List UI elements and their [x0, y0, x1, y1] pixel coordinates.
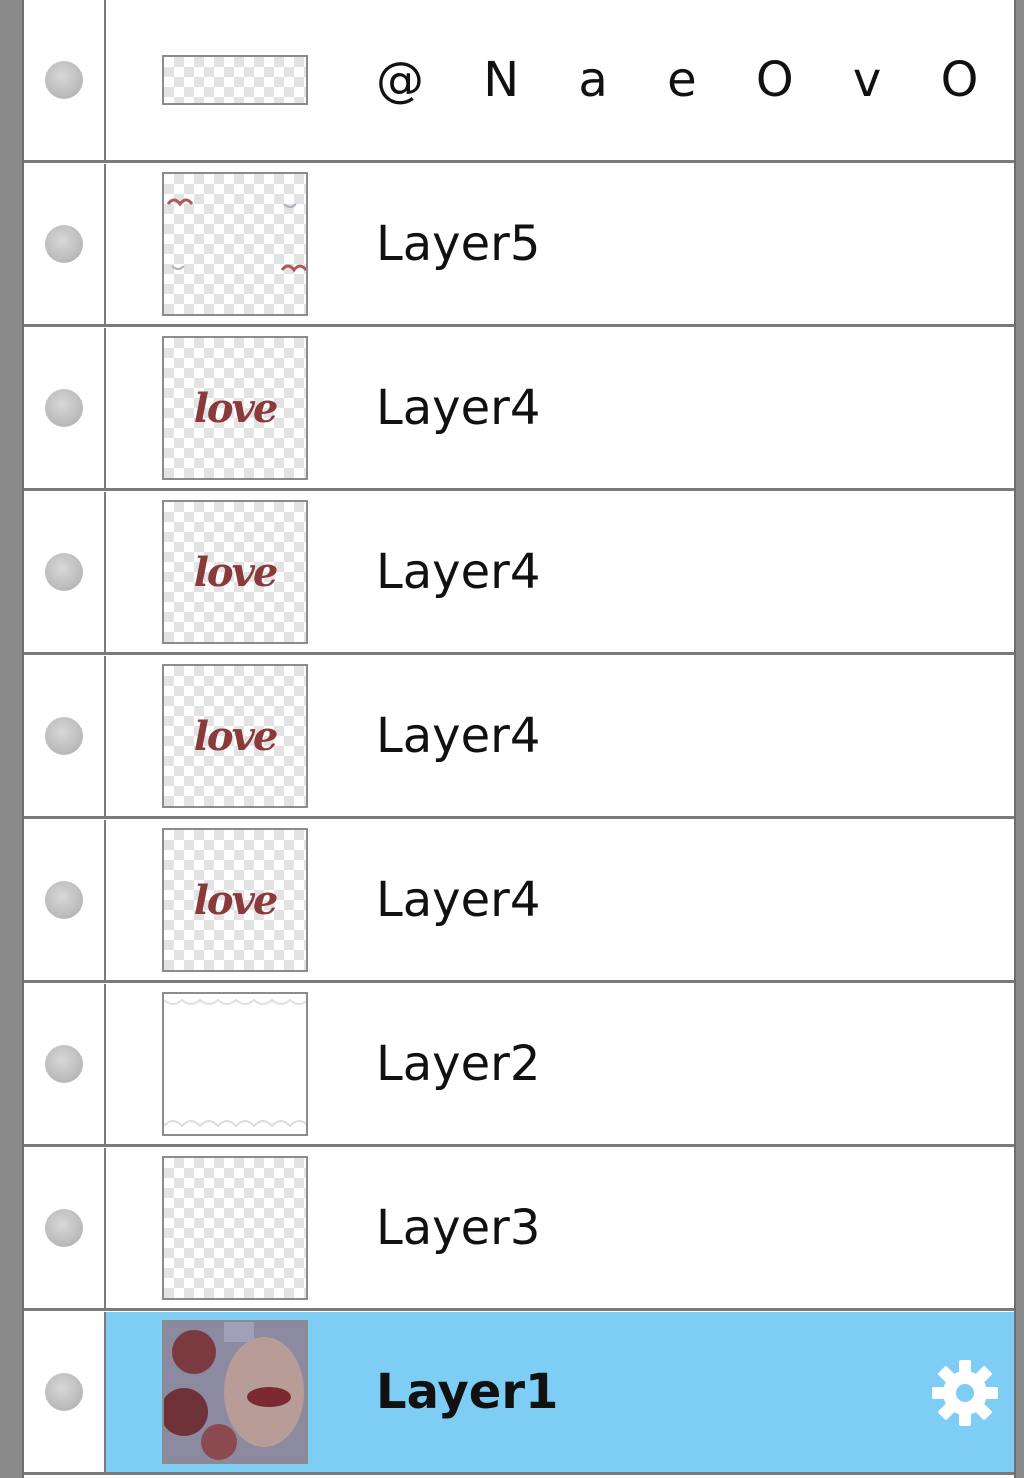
visibility-dot-icon[interactable] — [45, 717, 83, 755]
layer-row[interactable]: love Layer4 — [24, 492, 1014, 655]
layer-thumbnail: love — [162, 500, 308, 644]
corner-ornament-icon — [166, 198, 306, 273]
layer-name: Layer4 — [376, 872, 541, 928]
visibility-dot-icon[interactable] — [45, 1045, 83, 1083]
layer-thumbnail: love — [162, 664, 308, 808]
layer-name: Layer4 — [376, 380, 541, 436]
layer-name: Layer4 — [376, 708, 541, 764]
layer-thumbnail — [162, 55, 308, 105]
gear-icon[interactable] — [928, 1356, 1002, 1430]
layer-name: Layer1 — [376, 1364, 559, 1420]
frame-edge-icon — [164, 998, 306, 1128]
visibility-dot-icon[interactable] — [45, 61, 83, 99]
layers-panel: @ N a e O v O Layer5 love Layer4 love La… — [22, 0, 1016, 1478]
layer-thumbnail: love — [162, 828, 308, 972]
layer-thumbnail: love — [162, 336, 308, 480]
layer-row[interactable]: @ N a e O v O — [24, 0, 1014, 163]
layer-row[interactable]: Layer5 — [24, 164, 1014, 327]
layer-name: Layer2 — [376, 1036, 541, 1092]
layer-row[interactable]: love Layer4 — [24, 328, 1014, 491]
visibility-dot-icon[interactable] — [45, 1373, 83, 1411]
layer-row[interactable]: love Layer4 — [24, 820, 1014, 983]
layer-row[interactable]: Layer2 — [24, 984, 1014, 1147]
layer-name: @ N a e O v O — [376, 52, 1001, 108]
layer-name: Layer3 — [376, 1200, 541, 1256]
layer-row-selected[interactable]: Layer1 — [24, 1312, 1014, 1475]
layer-name: Layer4 — [376, 544, 541, 600]
visibility-dot-icon[interactable] — [45, 389, 83, 427]
visibility-dot-icon[interactable] — [45, 553, 83, 591]
visibility-dot-icon[interactable] — [45, 881, 83, 919]
layer-thumbnail — [162, 1320, 308, 1464]
layer-thumbnail — [162, 1156, 308, 1300]
layer-thumbnail — [162, 172, 308, 316]
visibility-dot-icon[interactable] — [45, 1209, 83, 1247]
layer-thumbnail — [162, 992, 308, 1136]
layer-name: Layer5 — [376, 216, 541, 272]
visibility-dot-icon[interactable] — [45, 225, 83, 263]
layer-row[interactable]: love Layer4 — [24, 656, 1014, 819]
photo-thumbnail-icon — [164, 1322, 306, 1462]
layer-row[interactable]: Layer3 — [24, 1148, 1014, 1311]
